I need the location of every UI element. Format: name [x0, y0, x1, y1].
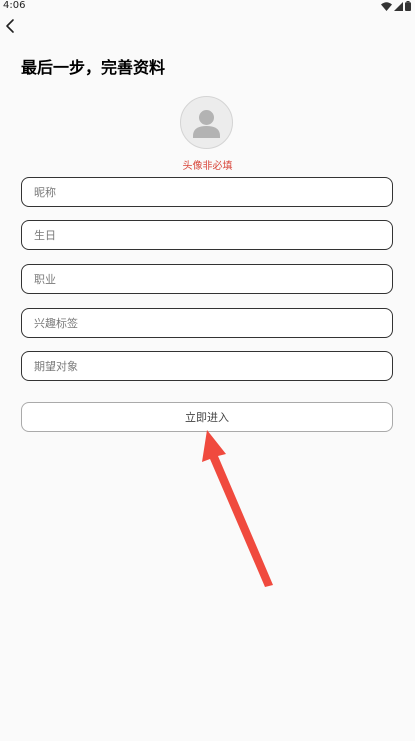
- user-placeholder-icon: [193, 110, 220, 138]
- nickname-field[interactable]: [21, 177, 393, 207]
- expectation-field[interactable]: [21, 351, 393, 381]
- avatar-upload[interactable]: [180, 96, 233, 149]
- battery-icon: [405, 1, 411, 11]
- status-bar: 4:06: [0, 0, 415, 14]
- wifi-icon: [381, 1, 392, 11]
- birthday-field[interactable]: [21, 220, 393, 250]
- occupation-field[interactable]: [21, 264, 393, 294]
- status-icons: [381, 1, 411, 11]
- back-button[interactable]: [2, 16, 20, 36]
- page-title: 最后一步，完善资料: [21, 58, 166, 77]
- signal-icon: [394, 1, 403, 11]
- red-arrow-annotation: [202, 430, 273, 587]
- chevron-left-icon: [6, 19, 14, 33]
- status-time: 4:06: [3, 0, 26, 11]
- interests-field[interactable]: [21, 308, 393, 338]
- avatar-hint: 头像非必填: [182, 161, 233, 172]
